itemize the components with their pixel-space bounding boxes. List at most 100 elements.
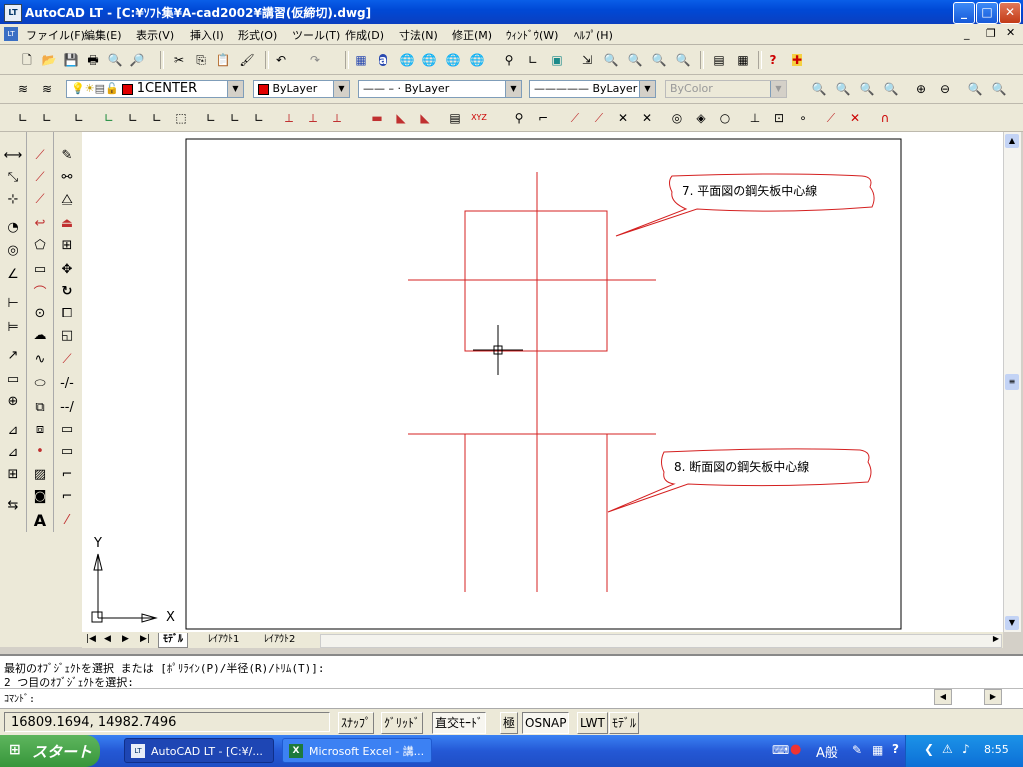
move-icon[interactable]: ✥	[55, 258, 79, 280]
ime-help-icon[interactable]: ?	[892, 742, 899, 756]
osnap-endpoint-icon[interactable]: ⚲	[510, 109, 528, 127]
erase-icon[interactable]: ✎	[55, 144, 79, 166]
cmd-scroll-right-arrow[interactable]: ▶	[984, 689, 1002, 705]
coordinate-label-icon[interactable]: XYZ	[470, 109, 488, 127]
dim-diameter-icon[interactable]: ◎	[1, 239, 25, 261]
design-center-icon[interactable]: ▦	[352, 51, 370, 69]
scroll-right-arrow[interactable]: ▶	[993, 634, 999, 643]
new-icon[interactable]: 🗋	[18, 51, 36, 69]
match-properties-icon[interactable]: 🖌	[238, 51, 256, 69]
menu-modify[interactable]: 修正(M)	[452, 27, 492, 43]
copy-object-icon[interactable]: ⚯	[55, 166, 79, 188]
scroll-up-arrow[interactable]: ▲	[1005, 134, 1019, 148]
dim-radius-icon[interactable]: ◔	[1, 216, 25, 238]
last-tab-arrow[interactable]: ▶|	[140, 634, 150, 644]
save-icon[interactable]: 💾	[62, 51, 80, 69]
minimize-button[interactable]: _	[953, 2, 975, 24]
zoom-previous-icon[interactable]: 🔍	[650, 51, 668, 69]
grid-toggle[interactable]: ｸﾞﾘｯﾄﾞ	[381, 712, 424, 734]
polyline-icon[interactable]: ↩	[28, 212, 52, 234]
zoom-all-icon[interactable]: 🔍	[966, 80, 984, 98]
snap-toggle[interactable]: ｽﾅｯﾌﾟ	[338, 712, 375, 734]
osnap-insert-icon[interactable]: ⊡	[770, 109, 788, 127]
maximize-button[interactable]: □	[976, 2, 998, 24]
menu-insert[interactable]: 挿入(I)	[190, 27, 224, 43]
object-snap-icon[interactable]: ⚲	[500, 51, 518, 69]
zoom-dynamic-icon[interactable]: 🔍	[834, 80, 852, 98]
web-icon[interactable]: 🌐	[398, 51, 416, 69]
lwt-toggle[interactable]: LWT	[577, 712, 608, 734]
fillet-icon[interactable]: ⌐	[55, 485, 79, 507]
ime-dict-icon[interactable]: ▦	[872, 743, 883, 757]
center-mark-icon[interactable]: ⊕	[1, 390, 25, 412]
make-block-icon[interactable]: ⧈	[28, 418, 52, 440]
ellipse-icon[interactable]: ⬭	[28, 372, 52, 394]
ucs-icon[interactable]: ∟	[524, 51, 542, 69]
doc-close-button[interactable]: ✕	[1006, 26, 1015, 39]
open-icon[interactable]: 📂	[40, 51, 58, 69]
menu-view[interactable]: 表示(V)	[136, 27, 174, 43]
lengthen-icon[interactable]: ⟋	[55, 348, 79, 370]
menu-file[interactable]: ファイル(F)	[26, 27, 85, 43]
help-icon[interactable]: ?	[764, 51, 782, 69]
dim-linear-icon[interactable]: ⟷	[1, 144, 25, 166]
rectangle-icon[interactable]: ▭	[28, 258, 52, 280]
ucs-x-icon[interactable]: ∟	[100, 109, 118, 127]
doc-restore-button[interactable]: ❐	[986, 27, 996, 40]
osnap-center-icon[interactable]: ◎	[668, 109, 686, 127]
next-tab-arrow[interactable]: ▶	[122, 634, 129, 644]
ime-mode-label[interactable]: A般	[816, 742, 838, 761]
ucs-rotate-y-icon[interactable]: ⟂	[304, 109, 322, 127]
prev-tab-arrow[interactable]: ◀	[104, 634, 111, 644]
chevron-down-icon[interactable]: ▼	[333, 81, 349, 97]
lineweight-dropdown[interactable]: ————— ByLayer ▼	[529, 80, 656, 98]
ucs-3point-icon[interactable]: ∟	[250, 109, 268, 127]
mtext-icon[interactable]: A	[28, 509, 52, 531]
meet-icon[interactable]: 🌐	[468, 51, 486, 69]
tray-clock[interactable]: 8:55	[984, 743, 1009, 756]
zoom-extents-icon[interactable]: 🔍	[990, 80, 1008, 98]
break-icon[interactable]: ▭	[55, 418, 79, 440]
zoom-in-icon[interactable]: ⊕	[912, 80, 930, 98]
scale-icon[interactable]: ⧠	[55, 302, 79, 324]
publish-icon[interactable]: 🌐	[444, 51, 462, 69]
region-icon[interactable]: ◙	[28, 485, 52, 507]
hyperlink-icon[interactable]: 🌐	[420, 51, 438, 69]
ucs-face-icon[interactable]: ∟	[226, 109, 244, 127]
menu-dimension[interactable]: 寸法(N)	[399, 27, 438, 43]
color-dropdown[interactable]: ByLayer ▼	[253, 80, 350, 98]
zoom-out-icon[interactable]: ⊖	[936, 80, 954, 98]
extend-icon[interactable]: --/	[55, 396, 79, 418]
revcloud-icon[interactable]: ☁	[28, 324, 52, 346]
point-icon[interactable]: •	[28, 440, 52, 462]
ucs-view-icon[interactable]: ⬚	[172, 109, 190, 127]
xline-icon[interactable]: ⟋	[28, 188, 52, 210]
dim-style-icon[interactable]: ⇆	[1, 494, 25, 516]
chevron-down-icon[interactable]: ▼	[227, 81, 243, 97]
zoom-realtime-icon[interactable]: 🔍	[602, 51, 620, 69]
make-layer-current-icon[interactable]: ≋	[38, 80, 56, 98]
zoom-window-icon[interactable]: 🔍	[626, 51, 644, 69]
dim-baseline-icon[interactable]: ⊢	[1, 292, 25, 314]
osnap-quadrant-icon[interactable]: ◈	[692, 109, 710, 127]
scroll-thumb[interactable]: ≡	[1005, 374, 1019, 390]
plot-preview-icon[interactable]: 🔍	[106, 51, 124, 69]
offset-icon[interactable]: ⏏	[55, 212, 79, 234]
chevron-down-icon[interactable]: ▼	[505, 81, 521, 97]
app-icon[interactable]: LT	[4, 4, 22, 22]
osnap-node-icon[interactable]: ∘	[794, 109, 812, 127]
tab-layout1[interactable]: ﾚｲｱｳﾄ1	[204, 633, 243, 647]
ucs-z-icon[interactable]: ∟	[148, 109, 166, 127]
menu-window[interactable]: ｳｨﾝﾄﾞｳ(W)	[506, 27, 558, 43]
dim-ordinate-icon[interactable]: ⊹	[1, 188, 25, 210]
layer-dropdown[interactable]: 💡☀▤🔓 1CENTER ▼	[66, 80, 244, 98]
zoom-window-icon[interactable]: 🔍	[810, 80, 828, 98]
layers-icon[interactable]: ≋	[14, 80, 32, 98]
circle-icon[interactable]: ⊙	[28, 302, 52, 324]
polygon-icon[interactable]: ⬠	[28, 234, 52, 256]
osnap-settings-icon[interactable]: ∩	[876, 109, 894, 127]
ucs-rotate-z-icon[interactable]: ⟂	[328, 109, 346, 127]
paste-icon[interactable]: 📋	[214, 51, 232, 69]
cut-icon[interactable]: ✂	[170, 51, 188, 69]
tray-expand-icon[interactable]: ❮	[924, 742, 934, 756]
